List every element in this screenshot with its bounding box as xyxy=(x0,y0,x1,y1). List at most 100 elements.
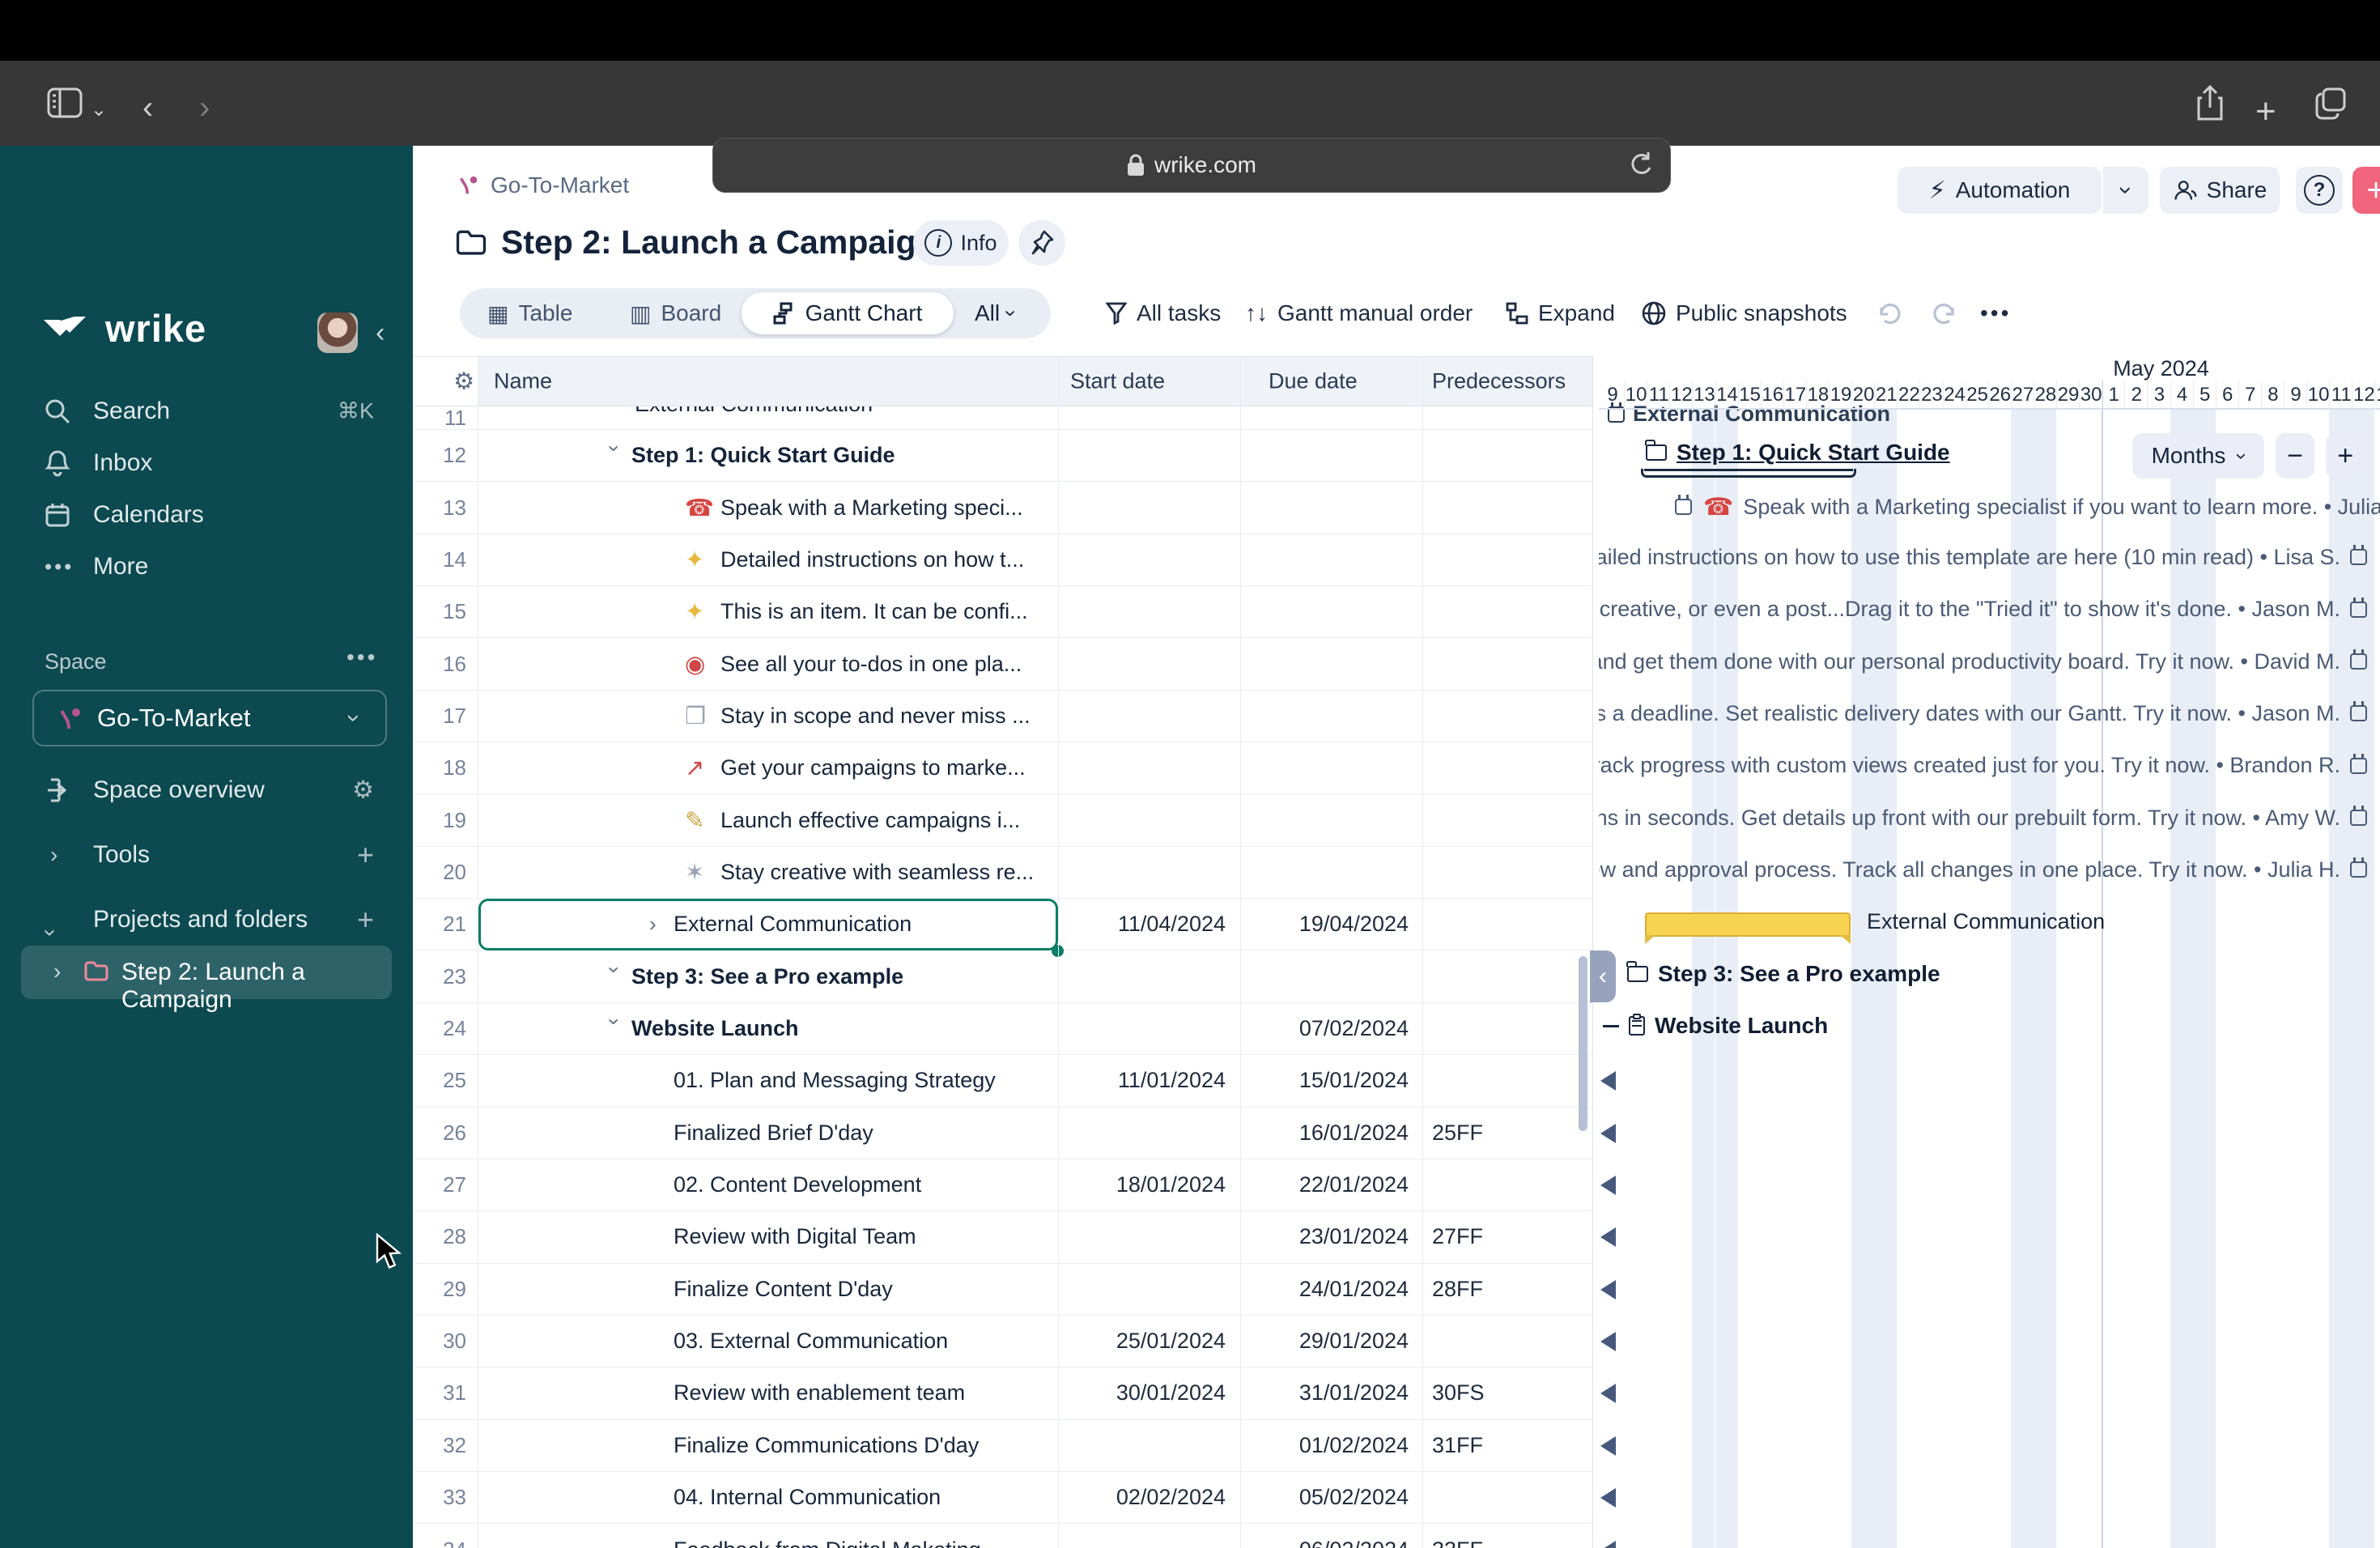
collapse-table-handle[interactable]: ‹ xyxy=(1590,950,1616,1002)
gantt-manual-order[interactable]: ↑↓ Gantt manual order xyxy=(1245,293,1473,334)
start-date-cell[interactable]: 11/01/2024 xyxy=(1058,1055,1226,1106)
predecessor-cell[interactable] xyxy=(1432,482,1592,533)
table-row[interactable]: 24 › Website Launch 07/02/2024 xyxy=(413,1003,1592,1056)
due-date-cell[interactable]: 07/02/2024 xyxy=(1240,1003,1409,1054)
back-icon[interactable]: ‹ xyxy=(142,90,153,126)
redo-icon[interactable] xyxy=(1930,293,1957,334)
table-row[interactable]: 28 Review with Digital Team 23/01/2024 27FF xyxy=(413,1211,1592,1264)
table-row[interactable]: 25 01. Plan and Messaging Strategy 11/01/2… xyxy=(413,1055,1592,1108)
start-date-cell[interactable] xyxy=(1058,951,1226,1002)
task-name[interactable]: Feedback from Digital Maketing xyxy=(674,1537,981,1548)
row-expand-icon[interactable]: › xyxy=(602,1019,627,1043)
table-settings-icon[interactable]: ⚙ xyxy=(453,368,474,396)
task-name[interactable]: Stay in scope and never miss ... xyxy=(720,704,1031,729)
start-date-cell[interactable] xyxy=(1058,406,1226,429)
predecessor-cell[interactable] xyxy=(1432,638,1592,689)
column-header-due-date[interactable]: Due date xyxy=(1269,369,1358,394)
sidebar-item-step2-launch-a-campaign[interactable]: › Step 2: Launch a Campaign xyxy=(21,946,392,1013)
due-date-cell[interactable] xyxy=(1240,430,1409,481)
address-bar[interactable]: wrike.com xyxy=(712,138,1671,193)
forward-icon[interactable]: › xyxy=(199,90,210,126)
table-row[interactable]: 15 ✦ This is an item. It can be confi... xyxy=(413,586,1592,639)
tab-board[interactable]: ▥ Board xyxy=(630,288,721,338)
start-date-cell[interactable] xyxy=(1058,586,1226,637)
due-date-cell[interactable] xyxy=(1240,951,1409,1002)
start-date-cell[interactable]: 18/01/2024 xyxy=(1058,1159,1226,1210)
create-button[interactable]: + xyxy=(2352,167,2380,214)
share-button[interactable]: Share xyxy=(2160,167,2280,214)
start-date-cell[interactable] xyxy=(1058,1211,1226,1262)
due-date-cell[interactable] xyxy=(1240,482,1409,533)
task-name[interactable]: 01. Plan and Messaging Strategy xyxy=(674,1068,996,1093)
help-button[interactable]: ? xyxy=(2296,167,2343,214)
gantt-task-label[interactable]: aigns in seconds. Get details up front w… xyxy=(1599,806,2367,831)
scroll-to-task-arrow[interactable] xyxy=(1600,1435,1616,1456)
gantt-task-label[interactable]: gn, creative, or even a post...Drag it t… xyxy=(1599,597,2367,622)
predecessor-cell[interactable] xyxy=(1432,951,1592,1002)
tab-gantt-chart[interactable]: Gantt Chart xyxy=(742,292,954,334)
start-date-cell[interactable] xyxy=(1058,1420,1226,1471)
predecessor-cell[interactable] xyxy=(1432,1055,1592,1106)
table-row[interactable]: 30 03. External Communication 25/01/2024 29… xyxy=(413,1316,1592,1368)
table-row[interactable]: 18 ↗ Get your campaigns to marke... xyxy=(413,742,1592,795)
due-date-cell[interactable]: 19/04/2024 xyxy=(1240,899,1409,950)
table-row[interactable]: 29 Finalize Content D'day 24/01/2024 28FF xyxy=(413,1264,1592,1316)
gantt-summary-label[interactable]: Step 1: Quick Start Guide xyxy=(1645,440,1950,466)
gantt-summary-label[interactable]: Step 3: See a Pro example xyxy=(1626,960,1940,987)
task-name[interactable]: Step 1: Quick Start Guide xyxy=(631,443,895,468)
expand-button[interactable]: Expand xyxy=(1506,293,1615,334)
table-row[interactable]: 20 ✶ Stay creative with seamless re... xyxy=(413,847,1592,899)
sidebar-toggle-icon[interactable] xyxy=(47,87,83,119)
task-name[interactable]: Finalized Brief D'day xyxy=(674,1121,873,1146)
predecessor-cell[interactable] xyxy=(1432,534,1592,585)
start-date-cell[interactable] xyxy=(1058,638,1226,689)
task-name[interactable]: Finalize Communications D'day xyxy=(674,1433,979,1458)
gantt-task-label[interactable]: ce and get them done with our personal p… xyxy=(1599,649,2367,674)
due-date-cell[interactable]: 31/01/2024 xyxy=(1240,1367,1409,1418)
scroll-to-task-arrow[interactable] xyxy=(1600,1279,1616,1299)
info-button[interactable]: i Info xyxy=(913,220,1009,266)
due-date-cell[interactable]: 23/01/2024 xyxy=(1240,1211,1409,1262)
due-date-cell[interactable]: 05/02/2024 xyxy=(1240,1472,1409,1523)
due-date-cell[interactable]: 01/02/2024 xyxy=(1240,1420,1409,1471)
chevron-down-icon[interactable]: ⌄ xyxy=(91,98,107,121)
automation-dropdown[interactable]: › xyxy=(2102,167,2148,214)
add-project-icon[interactable]: + xyxy=(357,903,374,937)
tab-table[interactable]: ▦ Table xyxy=(487,288,572,338)
gantt-task-label[interactable]: miss a deadline. Set realistic delivery … xyxy=(1599,701,2367,726)
scroll-to-task-arrow[interactable] xyxy=(1600,1176,1616,1196)
table-row[interactable]: 23 › Step 3: See a Pro example xyxy=(413,951,1592,1003)
task-name[interactable]: Launch effective campaigns i... xyxy=(720,808,1020,833)
start-date-cell[interactable] xyxy=(1058,534,1226,585)
space-switcher[interactable]: Go-To-Market › xyxy=(32,690,387,746)
task-name[interactable]: Detailed instructions on how t... xyxy=(720,547,1024,572)
due-date-cell[interactable]: 29/01/2024 xyxy=(1240,1316,1409,1367)
predecessor-cell[interactable]: 25FF xyxy=(1432,1108,1592,1159)
due-date-cell[interactable] xyxy=(1240,691,1409,742)
space-menu-icon[interactable]: ••• xyxy=(346,644,377,670)
due-date-cell[interactable]: 15/01/2024 xyxy=(1240,1055,1409,1106)
task-name[interactable]: 03. External Communication xyxy=(674,1329,948,1354)
task-name[interactable]: Step 3: See a Pro example xyxy=(631,964,903,989)
task-name[interactable]: Get your campaigns to marke... xyxy=(720,755,1026,780)
predecessor-cell[interactable] xyxy=(1432,899,1592,950)
due-date-cell[interactable]: 24/01/2024 xyxy=(1240,1264,1409,1315)
sidebar-item-tools[interactable]: › Tools + xyxy=(0,829,413,881)
gantt-project-label[interactable]: Website Launch xyxy=(1603,1013,1828,1039)
avatar[interactable] xyxy=(317,313,358,353)
start-date-cell[interactable]: 11/04/2024 xyxy=(1058,899,1226,950)
table-row[interactable]: 13 ☎ Speak with a Marketing speci... xyxy=(413,482,1592,534)
sidebar-item-more[interactable]: ••• More xyxy=(0,541,413,593)
due-date-cell[interactable] xyxy=(1240,534,1409,585)
predecessor-cell[interactable]: 27FF xyxy=(1432,1211,1592,1262)
scroll-to-task-arrow[interactable] xyxy=(1600,1071,1616,1091)
predecessor-cell[interactable] xyxy=(1432,430,1592,481)
task-name[interactable]: See all your to-dos in one pla... xyxy=(720,652,1022,677)
task-name[interactable]: Website Launch xyxy=(631,1016,799,1041)
predecessor-cell[interactable] xyxy=(1432,1472,1592,1523)
due-date-cell[interactable] xyxy=(1240,406,1409,429)
predecessor-cell[interactable] xyxy=(1432,406,1592,429)
start-date-cell[interactable] xyxy=(1058,794,1226,845)
automation-button[interactable]: ⚡ Automation xyxy=(1898,167,2102,214)
sidebar-item-projects-and-folders[interactable]: › Projects and folders + xyxy=(0,894,413,946)
